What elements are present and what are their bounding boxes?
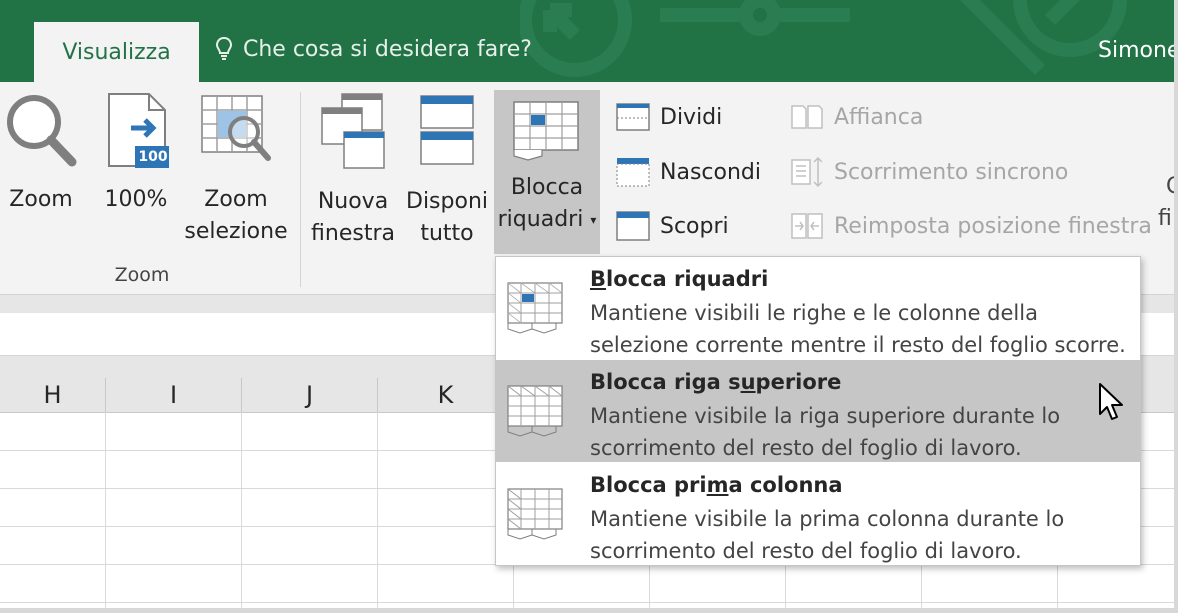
menu-item-description: Mantiene visibile la riga superiore dura… [590, 404, 1061, 460]
zoom-label: Zoom [9, 187, 73, 212]
freeze-panes-menu: Blocca riquadri Mantiene visibili le rig… [495, 256, 1141, 566]
grid-line [0, 602, 1174, 603]
zoom-selection-label-2: selezione [184, 219, 288, 244]
freeze-panes-label-1: Blocca [510, 175, 584, 200]
zoom-button[interactable]: Zoom [2, 92, 80, 212]
zoom-selection-label-1: Zoom [204, 187, 268, 212]
mouse-pointer-icon [1099, 383, 1123, 420]
grid-line [377, 412, 378, 608]
freeze-first-column-icon [507, 488, 563, 540]
freeze-panes-icon [513, 101, 579, 161]
new-window-button[interactable]: Nuova finestra [310, 92, 396, 252]
sync-scroll-button[interactable]: Scorrimento sincrono [790, 156, 1068, 188]
group-separator [300, 92, 301, 287]
zoom-selection-icon [201, 95, 271, 161]
magnifier-icon [7, 95, 77, 167]
tab-visualizza[interactable]: Visualizza [34, 22, 199, 82]
menu-item-freeze-top-row[interactable]: Blocca riga superiore Mantiene visibile … [496, 360, 1140, 462]
side-by-side-button[interactable]: Affianca [790, 102, 923, 132]
zoom-100-badge: 100 [138, 149, 168, 165]
reset-position-icon [791, 213, 823, 239]
arrange-all-icon [420, 95, 474, 165]
cut-off-button-label-2: fi [1158, 206, 1172, 231]
sync-scroll-label: Scorrimento sincrono [834, 159, 1069, 185]
grid-line [105, 412, 106, 608]
lightbulb-icon [215, 36, 233, 60]
menu-item-title: Blocca riga superiore [590, 370, 842, 394]
new-window-label-1: Nuova [317, 189, 389, 214]
column-header-j[interactable]: J [242, 378, 378, 412]
freeze-panes-button[interactable]: Blocca riquadri ▾ [494, 90, 600, 254]
menu-item-title: Blocca riquadri [590, 267, 769, 291]
unhide-button[interactable]: Scopri [616, 210, 729, 242]
user-name[interactable]: Simone [1098, 38, 1178, 63]
sync-scroll-icon [791, 156, 823, 188]
freeze-top-row-icon [507, 385, 563, 437]
arrange-all-button[interactable]: Disponi tutto [404, 92, 490, 252]
menu-item-freeze-panes[interactable]: Blocca riquadri Mantiene visibili le rig… [496, 257, 1140, 359]
zoom-group-label: Zoom [114, 264, 170, 286]
reset-position-label: Reimposta posizione finestra [834, 213, 1152, 239]
new-window-icon [321, 93, 385, 169]
grid-line [241, 412, 242, 608]
zoom-selection-button[interactable]: Zoom selezione [184, 92, 288, 252]
split-label: Dividi [660, 104, 723, 130]
menu-item-description: Mantiene visibili le righe e le colonne … [590, 301, 1126, 357]
side-by-side-label: Affianca [834, 104, 924, 130]
split-button[interactable]: Dividi [616, 102, 722, 132]
zoom-100-label: 100% [104, 187, 168, 212]
menu-item-freeze-first-column[interactable]: Blocca prima colonna Mantiene visibile l… [496, 463, 1140, 565]
column-header-k[interactable]: K [378, 378, 514, 412]
dropdown-arrow-icon: ▾ [590, 213, 597, 227]
column-header-i[interactable]: I [106, 378, 242, 412]
circuit-decoration-icon [520, 0, 1127, 77]
arrange-all-label-1: Disponi [406, 189, 488, 214]
zoom-100-button[interactable]: 100 100% [96, 92, 176, 212]
window-edge [0, 608, 1178, 613]
side-by-side-icon [791, 105, 823, 129]
title-bar: Visualizza Che cosa si desidera fare? Si… [0, 0, 1178, 82]
tell-me-search[interactable]: Che cosa si desidera fare? [215, 36, 532, 62]
freeze-panes-label-2: riquadri ▾ [497, 207, 597, 232]
hide-button[interactable]: Nascondi [616, 156, 761, 188]
arrange-all-label-2: tutto [420, 221, 474, 246]
tell-me-placeholder: Che cosa si desidera fare? [243, 36, 532, 62]
window-edge [1174, 0, 1178, 613]
hide-window-icon [616, 158, 650, 187]
unhide-label: Scopri [660, 213, 729, 239]
menu-item-description: Mantiene visibile la prima colonna duran… [590, 507, 1065, 563]
menu-item-title: Blocca prima colonna [590, 473, 843, 497]
reset-position-button[interactable]: Reimposta posizione finestra [790, 210, 1152, 242]
unhide-window-icon [616, 211, 650, 241]
new-window-label-2: finestra [311, 221, 395, 246]
split-icon [616, 103, 650, 131]
column-header-h[interactable]: H [0, 378, 106, 412]
freeze-panes-icon [507, 282, 563, 334]
hide-label: Nascondi [660, 159, 761, 185]
